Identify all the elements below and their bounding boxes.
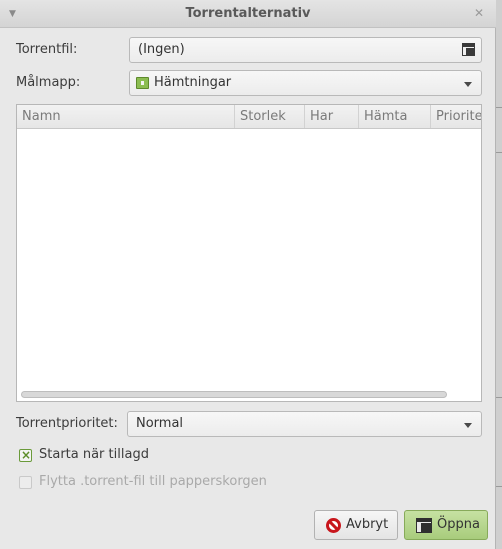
priority-value: Normal	[136, 416, 184, 431]
start-when-added-checkbox[interactable]	[19, 447, 32, 463]
priority-label: Torrentprioritet:	[16, 416, 118, 431]
priority-combo[interactable]: Normal	[127, 411, 482, 437]
trash-torrent-file-checkbox[interactable]	[19, 476, 32, 489]
open-icon	[416, 518, 432, 533]
cancel-button[interactable]: Avbryt	[314, 510, 398, 540]
open-button-label: Öppna	[437, 517, 480, 532]
open-file-icon	[462, 43, 475, 56]
cancel-icon	[326, 518, 341, 533]
torrent-file-label: Torrentfil:	[16, 42, 78, 57]
torrent-options-dialog: ▼ Torrentalternativ ✕ Torrentfil: (Ingen…	[0, 0, 496, 549]
chevron-down-icon	[464, 82, 472, 87]
destination-value: Hämtningar	[154, 75, 232, 90]
horizontal-scrollbar[interactable]	[21, 391, 447, 398]
start-when-added-label[interactable]: Starta när tillagd	[39, 447, 149, 462]
torrent-file-value: (Ingen)	[138, 42, 185, 57]
column-header-priority[interactable]: Priorite	[431, 105, 481, 128]
title-bar[interactable]: ▼ Torrentalternativ ✕	[0, 0, 496, 28]
cancel-button-label: Avbryt	[346, 517, 389, 532]
trash-torrent-file-label: Flytta .torrent-fil till papperskorgen	[39, 474, 267, 489]
column-header-have[interactable]: Har	[305, 105, 359, 128]
column-header-download[interactable]: Hämta	[359, 105, 431, 128]
background-window-edge	[496, 0, 502, 549]
destination-folder-combo[interactable]: Hämtningar	[129, 70, 482, 96]
file-list-header: Namn Storlek Har Hämta Priorite	[17, 105, 481, 129]
file-list[interactable]: Namn Storlek Har Hämta Priorite	[16, 104, 482, 402]
column-header-size[interactable]: Storlek	[235, 105, 305, 128]
folder-icon	[136, 77, 149, 89]
destination-label: Målmapp:	[16, 75, 81, 90]
open-button[interactable]: Öppna	[404, 510, 488, 540]
window-title: Torrentalternativ	[185, 6, 311, 21]
torrent-file-chooser[interactable]: (Ingen)	[129, 37, 482, 63]
close-icon[interactable]: ✕	[474, 6, 484, 20]
column-header-name[interactable]: Namn	[17, 105, 235, 128]
chevron-down-icon	[464, 423, 472, 428]
